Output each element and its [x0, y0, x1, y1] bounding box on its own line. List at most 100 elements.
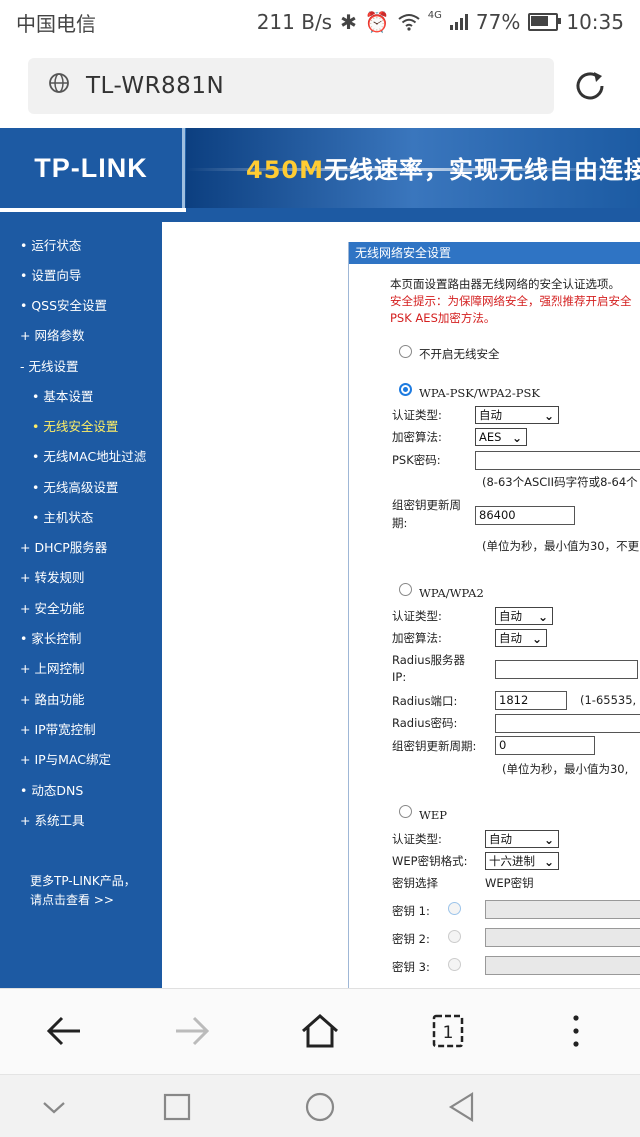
network-type: 4G	[427, 9, 442, 21]
battery-percent: 77%	[475, 10, 521, 34]
wireless-security-panel: 无线网络安全设置 本页面设置路由器无线网络的安全认证选项。 安全提示：为保障网络…	[348, 242, 640, 988]
wep-label: WEP	[419, 808, 447, 822]
chevron-down-icon[interactable]	[36, 1089, 72, 1125]
chevron-down-icon: ⌄	[543, 855, 554, 869]
header-banner: 450M无线速率，实现无线自由连接梦想	[186, 128, 640, 208]
psk-auth-select[interactable]: 自动 ⌄	[475, 406, 559, 424]
intro-text: 本页面设置路由器无线网络的安全认证选项。	[390, 277, 620, 291]
radius-ip-label-2: IP:	[392, 670, 407, 684]
radio-wpa-psk[interactable]	[399, 383, 412, 396]
radius-port-input[interactable]: 1812	[495, 691, 567, 710]
radius-port-label: Radius端口:	[392, 694, 458, 708]
tabs-icon[interactable]: 1	[426, 1009, 470, 1053]
wep-key-3-input[interactable]	[485, 956, 640, 975]
svg-text:1: 1	[443, 1023, 454, 1043]
battery-icon	[528, 13, 562, 31]
reload-icon[interactable]	[570, 66, 610, 106]
content-area: 无线网络安全设置 本页面设置路由器无线网络的安全认证选项。 安全提示：为保障网络…	[162, 222, 640, 988]
radius-password-input[interactable]	[495, 714, 640, 733]
psk-password-label: PSK密码:	[392, 453, 441, 467]
back-triangle-icon[interactable]	[444, 1089, 480, 1125]
sidebar-item-parental-control[interactable]: • 家长控制	[20, 624, 81, 654]
key-select-label: 密钥选择	[392, 876, 438, 890]
banner-slogan: 450M无线速率，实现无线自由连接梦想	[246, 156, 640, 184]
wep-key-2-radio[interactable]	[448, 930, 461, 943]
wep-key-1-radio[interactable]	[448, 902, 461, 915]
status-bar: 中国电信 211 B/s ✱ ⏰ 4G 77% 10:35	[0, 0, 640, 44]
recents-icon[interactable]	[159, 1089, 195, 1125]
radio-wpa[interactable]	[399, 583, 412, 596]
sidebar-item-network[interactable]: + 网络参数	[20, 321, 84, 351]
system-nav-bar	[0, 1074, 640, 1137]
globe-icon	[48, 72, 70, 100]
back-icon[interactable]	[42, 1009, 86, 1053]
wpa-auth-label: 认证类型:	[392, 609, 442, 623]
carrier-label: 中国电信	[16, 11, 96, 36]
sidebar-item-security[interactable]: + 安全功能	[20, 594, 84, 624]
menu-icon[interactable]	[554, 1009, 598, 1053]
wpa-group-input[interactable]: 0	[495, 736, 595, 755]
wep-key-1-label: 密钥 1:	[392, 904, 430, 918]
sidebar-item-wireless[interactable]: - 无线设置	[20, 352, 78, 382]
psk-group-input[interactable]: 86400	[475, 506, 575, 525]
sidebar-item-basic-settings[interactable]: • 基本设置	[32, 382, 93, 412]
sidebar-item-wireless-security[interactable]: • 无线安全设置	[32, 412, 118, 442]
wpa-auth-select[interactable]: 自动 ⌄	[495, 607, 553, 625]
psk-group-label-2: 期:	[392, 516, 408, 530]
radio-wep[interactable]	[399, 805, 412, 818]
wep-key-2-input[interactable]	[485, 928, 640, 947]
sidebar-item-status[interactable]: • 运行状态	[20, 231, 81, 261]
sidebar-item-access-control[interactable]: + 上网控制	[20, 654, 84, 684]
wep-auth-select[interactable]: 自动 ⌄	[485, 830, 559, 848]
wifi-icon	[398, 14, 420, 31]
router-header: TP-LINK 450M无线速率，实现无线自由连接梦想	[0, 128, 640, 208]
wpa-psk-label: WPA-PSK/WPA2-PSK	[419, 386, 540, 400]
psk-group-label-1: 组密钥更新周	[392, 498, 461, 512]
clock: 10:35	[566, 10, 624, 34]
sidebar-item-system-tools[interactable]: + 系统工具	[20, 806, 84, 836]
psk-password-input[interactable]	[475, 451, 640, 470]
sidebar-item-ddns[interactable]: • 动态DNS	[20, 776, 83, 806]
sidebar-item-routing[interactable]: + 路由功能	[20, 685, 84, 715]
address-bar[interactable]: TL-WR881N	[28, 58, 554, 114]
wep-key-3-radio[interactable]	[448, 958, 461, 971]
wpa-group-label: 组密钥更新周期:	[392, 739, 477, 753]
wep-key-2-label: 密钥 2:	[392, 932, 430, 946]
wpa-enc-label: 加密算法:	[392, 631, 442, 645]
psk-enc-select[interactable]: AES ⌄	[475, 428, 527, 446]
home-icon[interactable]	[298, 1009, 342, 1053]
no-security-label: 不开启无线安全	[419, 347, 500, 361]
chevron-down-icon: ⌄	[537, 610, 548, 624]
radius-port-hint: (1-65535,	[580, 693, 637, 707]
sidebar-item-advanced-wireless[interactable]: • 无线高级设置	[32, 473, 118, 503]
sidebar-item-ip-mac-binding[interactable]: + IP与MAC绑定	[20, 745, 111, 775]
sidebar-item-dhcp[interactable]: + DHCP服务器	[20, 533, 107, 563]
wpa-enc-select[interactable]: 自动 ⌄	[495, 629, 547, 647]
net-speed: 211 B/s	[256, 10, 333, 34]
wep-key-1-input[interactable]	[485, 900, 640, 919]
wep-format-select[interactable]: 十六进制 ⌄	[485, 852, 559, 870]
chevron-down-icon: ⌄	[543, 833, 554, 847]
psk-hint: (8-63个ASCII码字符或8-64个	[482, 475, 638, 489]
chevron-down-icon: ⌄	[511, 431, 522, 445]
more-products-link[interactable]: 更多TP-LINK产品， 请点击查看 >>	[30, 872, 136, 910]
warning-text-2: PSK AES加密方法。	[390, 311, 496, 325]
sidebar-item-setup-wizard[interactable]: • 设置向导	[20, 261, 81, 291]
psk-auth-label: 认证类型:	[392, 408, 442, 422]
wep-key-3-label: 密钥 3:	[392, 960, 430, 974]
wep-auth-label: 认证类型:	[392, 832, 442, 846]
radius-ip-input[interactable]	[495, 660, 638, 679]
home-circle-icon[interactable]	[302, 1089, 338, 1125]
radio-no-security[interactable]	[399, 345, 412, 358]
bluetooth-icon: ✱	[340, 10, 357, 34]
sidebar-item-host-status[interactable]: • 主机状态	[32, 503, 93, 533]
sidebar-item-qss[interactable]: • QSS安全设置	[20, 291, 107, 321]
sidebar-item-mac-filter[interactable]: • 无线MAC地址过滤	[32, 442, 146, 472]
panel-title: 无线网络安全设置	[349, 242, 640, 264]
forward-icon[interactable]	[170, 1009, 214, 1053]
warning-text-1: 安全提示：为保障网络安全，强烈推荐开启安全	[390, 294, 632, 308]
url-text: TL-WR881N	[86, 73, 225, 99]
header-band	[0, 208, 640, 222]
sidebar-item-forwarding[interactable]: + 转发规则	[20, 563, 84, 593]
sidebar-item-bandwidth[interactable]: + IP带宽控制	[20, 715, 96, 745]
